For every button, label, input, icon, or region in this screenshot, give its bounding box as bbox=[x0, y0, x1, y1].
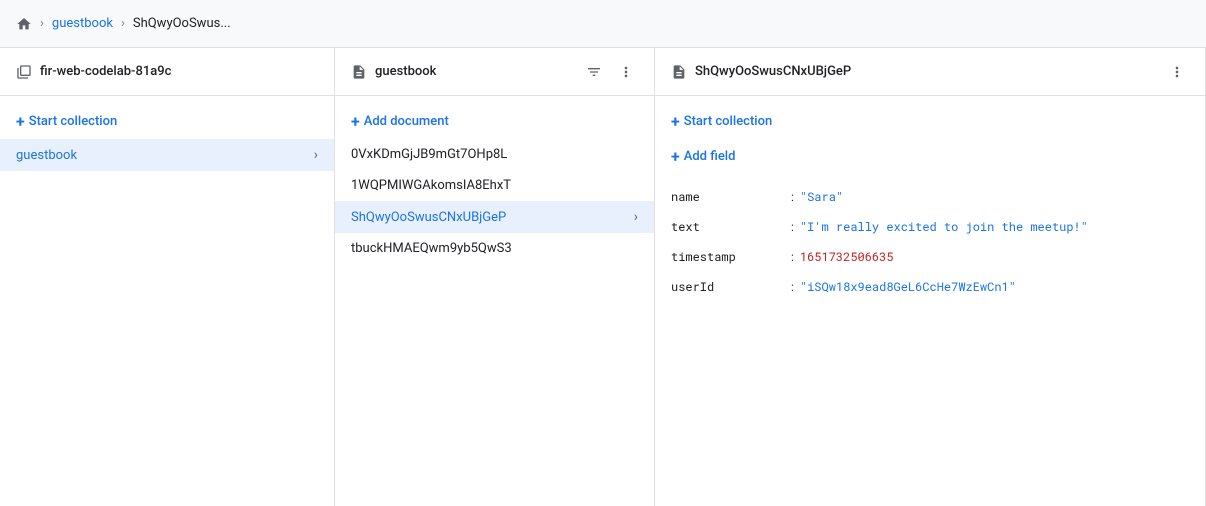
collection-item-label: guestbook bbox=[16, 148, 314, 163]
field-key-3: userId bbox=[671, 278, 791, 296]
panel-middle-body: + Add document 0VxKDmGjJB9mGt7OHp8L 1WQP… bbox=[335, 96, 654, 506]
breadcrumb-bar: › guestbook › ShQwyOoSwus... bbox=[0, 0, 1206, 48]
breadcrumb-current: ShQwyOoSwus... bbox=[133, 16, 231, 31]
collection-item-guestbook[interactable]: guestbook › bbox=[0, 139, 334, 171]
doc-item-label-2: ShQwyOoSwusCNxUBjGeP bbox=[351, 210, 634, 225]
more-vert-button-middle[interactable] bbox=[614, 60, 638, 84]
breadcrumb-guestbook[interactable]: guestbook bbox=[52, 16, 113, 31]
add-document-label: Add document bbox=[364, 114, 449, 129]
panel-right-header-icon bbox=[671, 64, 687, 80]
home-icon[interactable] bbox=[16, 16, 32, 32]
doc-item-label-1: 1WQPMIWGAkomsIA8EhxT bbox=[351, 178, 638, 193]
panel-left-title: fir-web-codelab-81a9c bbox=[40, 64, 318, 79]
field-colon-3: : bbox=[791, 278, 794, 296]
start-collection-right-button[interactable]: + Start collection bbox=[655, 104, 1205, 139]
field-value-1: "I'm really excited to join the meetup!" bbox=[800, 218, 1088, 236]
plus-icon-right-field: + bbox=[671, 147, 680, 166]
doc-chevron-right-icon: › bbox=[634, 209, 638, 225]
field-key-0: name bbox=[671, 188, 791, 206]
doc-item-1[interactable]: 1WQPMIWGAkomsIA8EhxT bbox=[335, 170, 654, 201]
panel-middle-header-icon bbox=[351, 64, 367, 80]
panel-left-body: + Start collection guestbook › bbox=[0, 96, 334, 506]
field-value-0: "Sara" bbox=[800, 188, 843, 206]
chevron-right-icon: › bbox=[314, 147, 318, 163]
plus-icon-middle: + bbox=[351, 112, 360, 131]
breadcrumb-separator-2: › bbox=[121, 16, 125, 31]
panel-middle-header: guestbook bbox=[335, 48, 654, 96]
field-row-1: text : "I'm really excited to join the m… bbox=[671, 212, 1189, 242]
add-field-label: Add field bbox=[684, 149, 736, 164]
start-collection-button[interactable]: + Start collection bbox=[0, 104, 334, 139]
panel-right-body: + Start collection + Add field name : "S… bbox=[655, 96, 1205, 506]
panel-right-header: ShQwyOoSwusCNxUBjGeP bbox=[655, 48, 1205, 96]
field-row-2: timestamp : 1651732506635 bbox=[671, 242, 1189, 272]
main-layout: fir-web-codelab-81a9c + Start collection… bbox=[0, 48, 1206, 506]
panel-middle-actions bbox=[582, 60, 638, 84]
field-row-3: userId : "iSQw18x9ead8GeL6CcHe7WzEwCn1" bbox=[671, 272, 1189, 302]
doc-item-label-3: tbuckHMAEQwm9yb5QwS3 bbox=[351, 241, 638, 256]
panel-left: fir-web-codelab-81a9c + Start collection… bbox=[0, 48, 335, 506]
field-colon-0: : bbox=[791, 188, 794, 206]
field-value-2: 1651732506635 bbox=[800, 248, 894, 266]
plus-icon-left: + bbox=[16, 112, 25, 131]
doc-item-2[interactable]: ShQwyOoSwusCNxUBjGeP › bbox=[335, 201, 654, 233]
start-collection-right-label: Start collection bbox=[684, 114, 772, 129]
panel-right-actions bbox=[1165, 60, 1189, 84]
start-collection-label: Start collection bbox=[29, 114, 117, 129]
field-value-3: "iSQw18x9ead8GeL6CcHe7WzEwCn1" bbox=[800, 278, 1016, 296]
field-colon-1: : bbox=[791, 218, 794, 236]
panel-middle-title: guestbook bbox=[375, 64, 574, 79]
field-colon-2: : bbox=[791, 248, 794, 266]
doc-item-3[interactable]: tbuckHMAEQwm9yb5QwS3 bbox=[335, 233, 654, 264]
plus-icon-right-collection: + bbox=[671, 112, 680, 131]
panel-left-header: fir-web-codelab-81a9c bbox=[0, 48, 334, 96]
field-key-1: text bbox=[671, 218, 791, 236]
panel-left-header-icon bbox=[16, 64, 32, 80]
fields-area: name : "Sara" text : "I'm really excited… bbox=[655, 174, 1205, 310]
field-key-2: timestamp bbox=[671, 248, 791, 266]
add-document-button[interactable]: + Add document bbox=[335, 104, 654, 139]
doc-item-label-0: 0VxKDmGjJB9mGt7OHp8L bbox=[351, 147, 638, 162]
doc-item-0[interactable]: 0VxKDmGjJB9mGt7OHp8L bbox=[335, 139, 654, 170]
panel-middle: guestbook + Add document 0VxKDmGjJB9mGt7… bbox=[335, 48, 655, 506]
add-field-button[interactable]: + Add field bbox=[655, 139, 1205, 174]
breadcrumb-separator-1: › bbox=[40, 16, 44, 31]
field-row-0: name : "Sara" bbox=[671, 182, 1189, 212]
panel-right-title: ShQwyOoSwusCNxUBjGeP bbox=[695, 64, 1157, 79]
panel-right: ShQwyOoSwusCNxUBjGeP + Start collection … bbox=[655, 48, 1206, 506]
more-vert-button-right[interactable] bbox=[1165, 60, 1189, 84]
filter-button[interactable] bbox=[582, 60, 606, 84]
